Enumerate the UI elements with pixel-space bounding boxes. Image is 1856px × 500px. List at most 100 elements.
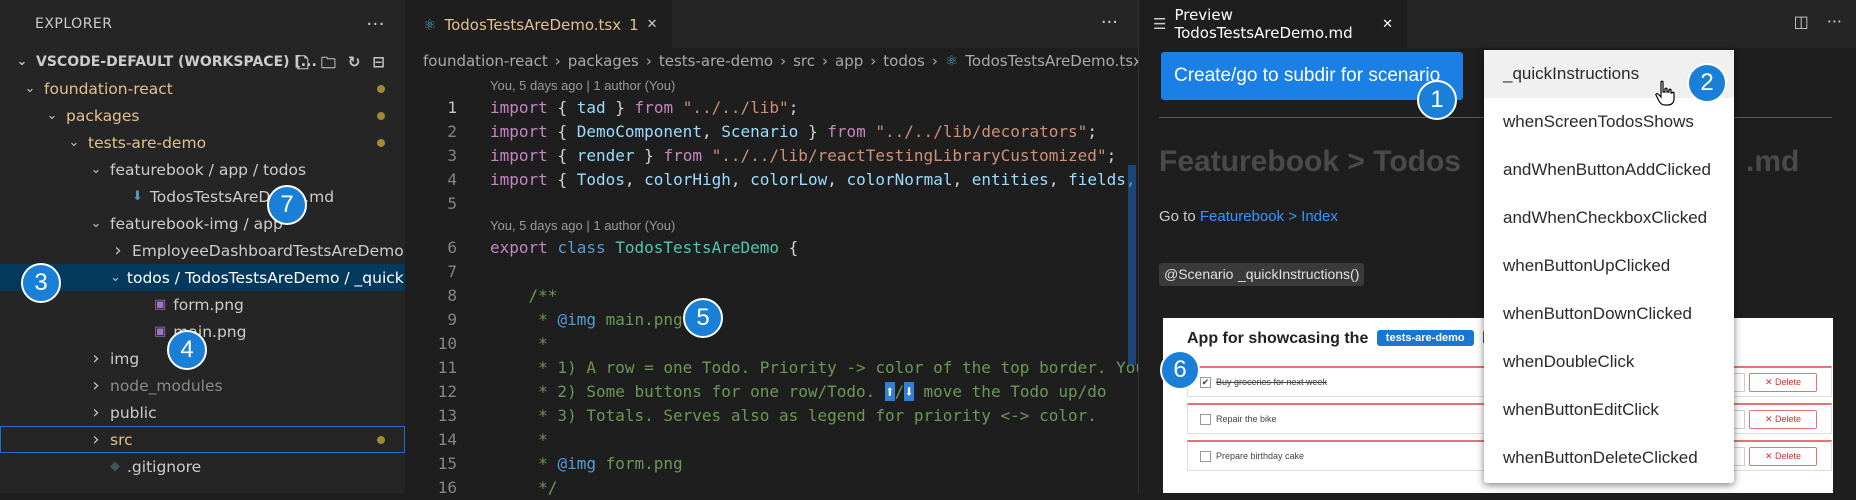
explorer-more-icon[interactable]: ··· — [366, 14, 385, 35]
breadcrumb-item[interactable]: app — [835, 52, 863, 70]
tree-item-label: public — [110, 403, 157, 422]
codelens[interactable]: You, 5 days ago | 1 author (You) — [405, 216, 1138, 236]
tree-item[interactable]: ⌄ foundation-react — [0, 75, 405, 102]
breadcrumb-item[interactable]: src — [793, 52, 815, 70]
breadcrumb-item[interactable]: packages — [568, 52, 639, 70]
code-line: 16 */ — [405, 476, 1138, 500]
tree-item[interactable]: ⌄ tests-are-demo — [0, 129, 405, 156]
line-number: 12 — [437, 382, 457, 401]
breadcrumb: foundation-react › packages › tests-are-demo… — [405, 48, 1142, 74]
preview-icon: ☰ — [1153, 15, 1167, 33]
tree-item[interactable]: ⌄ featurebook / app / todos — [0, 156, 405, 183]
tree-item[interactable]: ▣ form.png — [0, 291, 405, 318]
code-line: 4 import { Todos, colorHigh, colorLow, co… — [405, 168, 1138, 192]
dropdown-item[interactable]: whenButtonUpClicked — [1484, 242, 1734, 290]
chevron-down-icon: ⌄ — [90, 162, 102, 177]
delete-button: ✕ Delete — [1749, 447, 1817, 466]
file-tree: ⌄ foundation-react ⌄ packages ⌄ tests-are-dem… — [0, 75, 463, 480]
dropdown-item[interactable]: whenScreenTodosShows — [1484, 98, 1734, 146]
tree-item-label: featurebook-img / app — [110, 214, 283, 233]
line-number: 2 — [447, 122, 457, 141]
step-badge-2: 2 — [1687, 63, 1727, 103]
minimap-highlight[interactable] — [1128, 165, 1136, 365]
chevron-right-icon: › — [931, 52, 938, 70]
dropdown-item[interactable]: andWhenCheckboxClicked — [1484, 194, 1734, 242]
line-number: 11 — [437, 358, 457, 377]
editor-more-icon[interactable]: ··· — [1101, 12, 1118, 33]
tree-item[interactable]: ⌄ todos / TodosTestsAreDemo / _quickInstr… — [0, 264, 463, 291]
breadcrumb-item[interactable]: TodosTestsAreDemo.tsx — [965, 52, 1142, 70]
step-badge-5: 5 — [683, 298, 723, 338]
explorer-sidebar: EXPLORER ··· ⌄ VSCODE-DEFAULT (WORKSPACE… — [0, 0, 463, 493]
checkbox-icon: ✔ — [1200, 377, 1211, 388]
codelens-text[interactable]: You, 5 days ago | 1 author (You) — [490, 216, 675, 236]
code-line: 5 — [405, 192, 1138, 216]
preview-tab[interactable]: ☰ Preview TodosTestsAreDemo.md ✕ — [1139, 0, 1407, 48]
dropdown-item[interactable]: whenDoubleClick — [1484, 338, 1734, 386]
shot-title: App for showcasing the tests-are-demo li… — [1187, 330, 1507, 348]
chevron-right-icon: › — [780, 52, 787, 70]
checkbox-icon — [1200, 414, 1211, 425]
explorer-header: EXPLORER ··· — [0, 0, 405, 48]
tree-item[interactable]: › src — [0, 426, 405, 453]
image-file-icon: ▣ — [154, 297, 167, 312]
heading-text: Featurebook > Todos — [1159, 145, 1461, 178]
featurebook-index-link[interactable]: Featurebook > Index — [1200, 208, 1338, 225]
tree-item[interactable]: ⬇ TodosTestsAreDemo.md — [0, 183, 405, 210]
dropdown-item[interactable]: andWhenButtonAddClicked — [1484, 146, 1734, 194]
tree-item[interactable]: › EmployeeDashboardTestsAreDemo — [0, 237, 405, 264]
chevron-right-icon: › — [114, 240, 122, 261]
chevron-right-icon: › — [92, 429, 100, 450]
code-editor: ⚛ TodosTestsAreDemo.tsx 1 ✕ ··· foundati… — [405, 0, 1145, 497]
tree-item[interactable]: ⌄ featurebook-img / app — [0, 210, 405, 237]
code-line: 1 import { tad } from "../../lib"; — [405, 96, 1138, 120]
step-badge-6: 6 — [1160, 350, 1200, 390]
modified-dot-icon — [377, 139, 385, 147]
line-number: 1 — [447, 98, 457, 117]
breadcrumb-item[interactable]: tests-are-demo — [659, 52, 773, 70]
tree-item-label: foundation-react — [44, 79, 173, 98]
workspace-row[interactable]: ⌄ VSCODE-DEFAULT (WORKSPACE) [... 🗋 🗀 ↻ … — [0, 48, 405, 75]
shot-tag: tests-are-demo — [1376, 330, 1474, 346]
close-icon[interactable]: ✕ — [647, 17, 658, 32]
image-file-icon: ▣ — [154, 324, 167, 339]
tree-item[interactable]: ⌄ packages — [0, 102, 405, 129]
code-line: 13 * 3) Totals. Serves also as legend fo… — [405, 404, 1138, 428]
more-actions-icon[interactable]: ··· — [1827, 12, 1842, 31]
todo-text: Repair the bike — [1216, 414, 1277, 424]
breadcrumb-item[interactable]: todos — [883, 52, 925, 70]
method-chip: _quickInstructions() — [1233, 263, 1365, 286]
line-number: 4 — [447, 170, 457, 189]
close-icon[interactable]: ✕ — [1382, 17, 1393, 32]
chevron-right-icon: › — [870, 52, 877, 70]
dropdown-item[interactable]: whenButtonDownClicked — [1484, 290, 1734, 338]
tree-item-label: node_modules — [110, 376, 223, 395]
chevron-right-icon: › — [92, 402, 100, 423]
tree-item-label: EmployeeDashboardTestsAreDemo — [132, 241, 404, 260]
tree-item-label: form.png — [173, 295, 244, 314]
line-number: 13 — [437, 406, 457, 425]
tree-item-label: .gitignore — [127, 457, 202, 476]
codelens-text[interactable]: You, 5 days ago | 1 author (You) — [490, 76, 675, 96]
codelens[interactable]: You, 5 days ago | 1 author (You) — [405, 76, 1138, 96]
tree-item[interactable]: ◆ .gitignore — [0, 453, 405, 480]
preview-actions: ◫ ··· — [1794, 12, 1842, 31]
split-editor-icon[interactable]: ◫ — [1794, 12, 1809, 31]
chevron-right-icon: › — [92, 348, 100, 369]
line-number: 14 — [437, 430, 457, 449]
dropdown-item[interactable]: whenButtonDeleteClicked — [1484, 434, 1734, 482]
tree-item[interactable]: › node_modules — [0, 372, 405, 399]
line-number: 16 — [437, 478, 457, 497]
code-line: 3 import { render } from "../../lib/react… — [405, 144, 1138, 168]
tree-item[interactable]: › public — [0, 399, 405, 426]
code-area[interactable]: You, 5 days ago | 1 author (You) 1 import… — [405, 76, 1145, 497]
dropdown-item[interactable]: whenButtonEditClick — [1484, 386, 1734, 434]
breadcrumb-item[interactable]: foundation-react — [423, 52, 548, 70]
scenario-dropdown: _quickInstructions whenScreenTodosShows an… — [1484, 50, 1734, 483]
tree-item-label: img — [110, 349, 140, 368]
editor-tab[interactable]: ⚛ TodosTestsAreDemo.tsx 1 ✕ — [405, 0, 672, 48]
code-line: 15 * @img form.png — [405, 452, 1138, 476]
goto-prefix: Go to — [1159, 208, 1196, 225]
chevron-down-icon: ⌄ — [46, 108, 58, 123]
preview-tab-bar: ☰ Preview TodosTestsAreDemo.md ✕ ◫ ··· — [1139, 0, 1856, 48]
